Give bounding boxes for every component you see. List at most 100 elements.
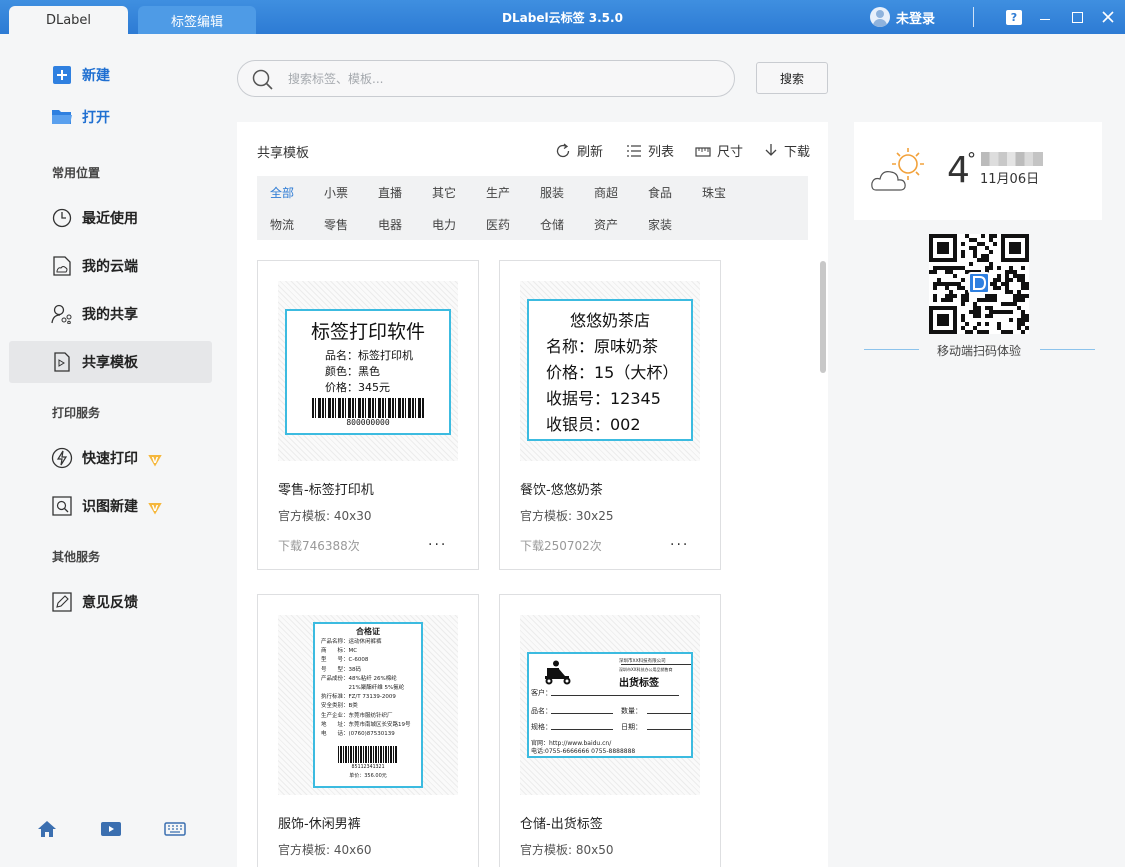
panel-title: 共享模板	[257, 146, 310, 161]
sidebar-item-feedback[interactable]: 意见反馈	[9, 581, 212, 623]
scan-icon	[51, 495, 73, 517]
label-rule	[551, 729, 613, 730]
folder-icon	[51, 106, 73, 128]
template-card[interactable]: 合格证 产品名称：运动休闲裤裤商 标：MC 型 号：C-6008 号 型：38码 产品…	[257, 594, 479, 867]
label-line: 收据号：12345	[546, 389, 661, 408]
category-jewelry[interactable]: 珠宝	[702, 184, 726, 201]
video-icon[interactable]	[100, 820, 122, 838]
sidebar-item-recent[interactable]: 最近使用	[9, 197, 212, 239]
template-preview: 合格证 产品名称：运动休闲裤裤商 标：MC 型 号：C-6008 号 型：38码 产品…	[278, 615, 458, 795]
title-bar: DLabel 标签编辑 DLabel云标签 3.5.0 未登录 ?	[0, 0, 1125, 34]
cloud-doc-icon	[51, 255, 73, 277]
template-preview: 深圳市XX科技有限公司 深圳市XX科技办公用品销售商 出货标签 客户： 品名： …	[520, 615, 700, 795]
label-field: 客户：	[531, 689, 552, 697]
home-icon[interactable]	[36, 820, 58, 838]
search-button[interactable]: 搜索	[756, 62, 828, 94]
category-assets[interactable]: 资产	[594, 216, 618, 233]
more-options-button[interactable]: ...	[428, 533, 447, 549]
sidebar-item-label: 识图新建 V	[82, 496, 162, 516]
category-warehouse[interactable]: 仓储	[540, 216, 564, 233]
sidebar-item-quick-print[interactable]: 快速打印 V	[9, 437, 212, 479]
search-input[interactable]	[288, 69, 718, 89]
label-preview: 悠悠奶茶店 名称：原味奶茶 价格：15（大杯） 收据号：12345 收银员：00…	[527, 299, 693, 441]
card-size: 官方模板: 30x25	[520, 509, 614, 523]
sidebar-item-shared-templates[interactable]: 共享模板	[9, 341, 212, 383]
label-price: 单价：356.00元	[349, 773, 387, 779]
maximize-button[interactable]	[1066, 6, 1088, 28]
category-home[interactable]: 家装	[648, 216, 672, 233]
category-all[interactable]: 全部	[270, 184, 294, 201]
template-card[interactable]: 深圳市XX科技有限公司 深圳市XX科技办公用品销售商 出货标签 客户： 品名： …	[499, 594, 721, 867]
new-button[interactable]: 新建	[9, 54, 212, 96]
category-production[interactable]: 生产	[486, 184, 510, 201]
user-login[interactable]: 未登录	[870, 7, 935, 27]
barcode-icon	[312, 398, 424, 418]
plus-icon	[51, 64, 73, 86]
app-logo-icon	[968, 272, 990, 294]
search-icon	[252, 69, 273, 90]
ruler-icon	[695, 146, 711, 157]
scrollbar-thumb[interactable]	[820, 261, 826, 373]
qr-code	[929, 234, 1029, 334]
download-button[interactable]: 下载	[764, 141, 810, 160]
template-preview: 标签打印软件 品名：标签打印机 颜色：黑色 价格：345元 800000000	[278, 281, 458, 461]
label-line: 电 话：(0760)87530139	[321, 731, 395, 738]
card-title: 零售-标签打印机	[278, 483, 374, 498]
close-button[interactable]	[1097, 6, 1119, 28]
open-label: 打开	[82, 110, 110, 126]
label-line: 品名：标签打印机	[325, 349, 413, 362]
category-power[interactable]: 电力	[432, 216, 456, 233]
category-clothing[interactable]: 服装	[540, 184, 564, 201]
tab-dlabel[interactable]: DLabel	[9, 6, 128, 34]
user-status-label: 未登录	[896, 11, 936, 27]
sun-cloud-icon	[871, 148, 924, 191]
label-line: 产品成份：48%粘纤 26%棉纶	[321, 675, 397, 682]
keyboard-icon[interactable]	[164, 820, 186, 838]
label-line: 型 号：C-6008	[321, 657, 369, 664]
more-options-button[interactable]: ...	[670, 533, 689, 549]
card-size: 官方模板: 40x30	[278, 509, 372, 523]
label-line: 21%聚酯纤维 5%氨纶	[321, 685, 405, 692]
clock-icon	[51, 207, 73, 229]
list-view-button[interactable]: 列表	[626, 141, 674, 160]
label-field: 规格：	[531, 723, 552, 731]
lightning-icon	[51, 447, 73, 469]
category-receipt[interactable]: 小票	[324, 184, 348, 201]
card-downloads: 下载746388次	[278, 539, 360, 553]
search-field	[237, 60, 735, 97]
category-supermarket[interactable]: 商超	[594, 184, 618, 201]
label-line: 商 标：MC	[321, 648, 358, 655]
category-medicine[interactable]: 医药	[486, 216, 510, 233]
label-line: 名称：原味奶茶	[546, 337, 659, 356]
avatar-icon	[870, 7, 890, 27]
sidebar-item-my-cloud[interactable]: 我的云端	[9, 245, 212, 287]
category-food[interactable]: 食品	[648, 184, 672, 201]
label-heading: 悠悠奶茶店	[569, 311, 650, 330]
card-title: 仓储-出货标签	[520, 817, 603, 832]
category-appliance[interactable]: 电器	[378, 216, 402, 233]
category-retail[interactable]: 零售	[324, 216, 348, 233]
tab-label-editor[interactable]: 标签编辑	[138, 6, 256, 34]
size-filter-button[interactable]: 尺寸	[695, 141, 743, 160]
card-downloads: 下载250702次	[520, 539, 602, 553]
sidebar-item-label: 我的共享	[82, 307, 138, 323]
vip-badge-icon: V	[148, 502, 162, 515]
sidebar-item-my-share[interactable]: 我的共享	[9, 293, 212, 335]
label-rule	[647, 713, 691, 714]
label-preview: 标签打印软件 品名：标签打印机 颜色：黑色 价格：345元 800000000	[285, 309, 451, 435]
category-logistics[interactable]: 物流	[270, 216, 294, 233]
open-button[interactable]: 打开	[9, 96, 212, 138]
template-card[interactable]: 悠悠奶茶店 名称：原味奶茶 价格：15（大杯） 收据号：12345 收银员：00…	[499, 260, 721, 570]
label-line: 收银员：002	[546, 415, 641, 434]
label-line: 产品名称：运动休闲裤裤	[321, 639, 382, 645]
barcode-number: 800000000	[346, 418, 390, 427]
template-card[interactable]: 标签打印软件 品名：标签打印机 颜色：黑色 价格：345元 800000000 …	[257, 260, 479, 570]
sidebar-item-label: 快速打印 V	[82, 448, 162, 468]
help-button[interactable]: ?	[1003, 6, 1025, 28]
minimize-button[interactable]	[1034, 6, 1056, 28]
sidebar-item-image-create[interactable]: 识图新建 V	[9, 485, 212, 527]
category-live[interactable]: 直播	[378, 184, 402, 201]
category-other[interactable]: 其它	[432, 184, 456, 201]
label-rule	[647, 729, 691, 730]
refresh-button[interactable]: 刷新	[555, 141, 603, 160]
